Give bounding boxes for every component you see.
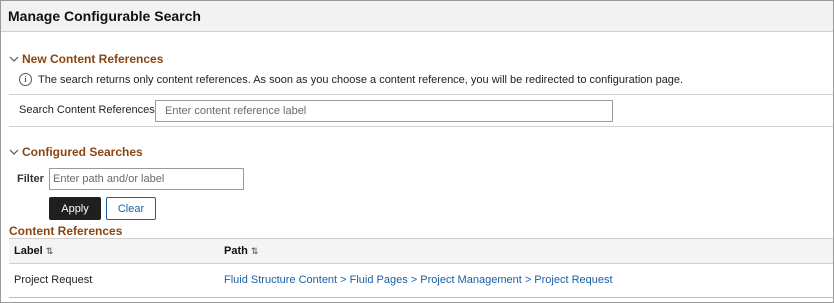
page-header: Manage Configurable Search bbox=[1, 1, 833, 32]
search-content-references-label: Search Content References bbox=[19, 104, 155, 116]
chevron-down-icon bbox=[9, 149, 19, 155]
column-header-label-text: Label bbox=[14, 245, 43, 257]
grid-header: Label ⇅ Path ⇅ bbox=[9, 239, 833, 264]
chevron-down-icon bbox=[9, 56, 19, 62]
column-header-path[interactable]: Path ⇅ bbox=[224, 245, 258, 257]
page-title: Manage Configurable Search bbox=[8, 8, 201, 24]
main-panel: Manage Configurable Search New Content R… bbox=[0, 0, 834, 303]
column-header-label[interactable]: Label ⇅ bbox=[14, 245, 53, 257]
column-header-path-text: Path bbox=[224, 245, 248, 257]
new-content-references-title: New Content References bbox=[22, 52, 164, 66]
new-content-references-toggle[interactable]: New Content References bbox=[9, 52, 163, 66]
clear-button[interactable]: Clear bbox=[106, 197, 156, 220]
sort-icon: ⇅ bbox=[250, 245, 259, 256]
info-icon: i bbox=[19, 73, 32, 86]
search-content-references-input[interactable] bbox=[155, 100, 613, 122]
search-content-references-row: Search Content References bbox=[9, 94, 833, 127]
table-row: Project Request Fluid Structure Content … bbox=[9, 264, 833, 297]
row-label: Project Request bbox=[14, 274, 93, 286]
sort-icon: ⇅ bbox=[45, 245, 54, 256]
configured-searches-toggle[interactable]: Configured Searches bbox=[9, 145, 143, 159]
filter-input[interactable] bbox=[49, 168, 244, 190]
configured-searches-title: Configured Searches bbox=[22, 145, 143, 159]
content-references-title: Content References bbox=[9, 224, 123, 238]
filter-label: Filter bbox=[17, 173, 44, 185]
content-references-grid: Label ⇅ Path ⇅ Project Request Fluid Str… bbox=[9, 238, 833, 298]
row-path-link[interactable]: Fluid Structure Content > Fluid Pages > … bbox=[224, 274, 613, 286]
info-message: i The search returns only content refere… bbox=[19, 73, 683, 86]
apply-button[interactable]: Apply bbox=[49, 197, 101, 220]
info-text: The search returns only content referenc… bbox=[38, 73, 684, 86]
